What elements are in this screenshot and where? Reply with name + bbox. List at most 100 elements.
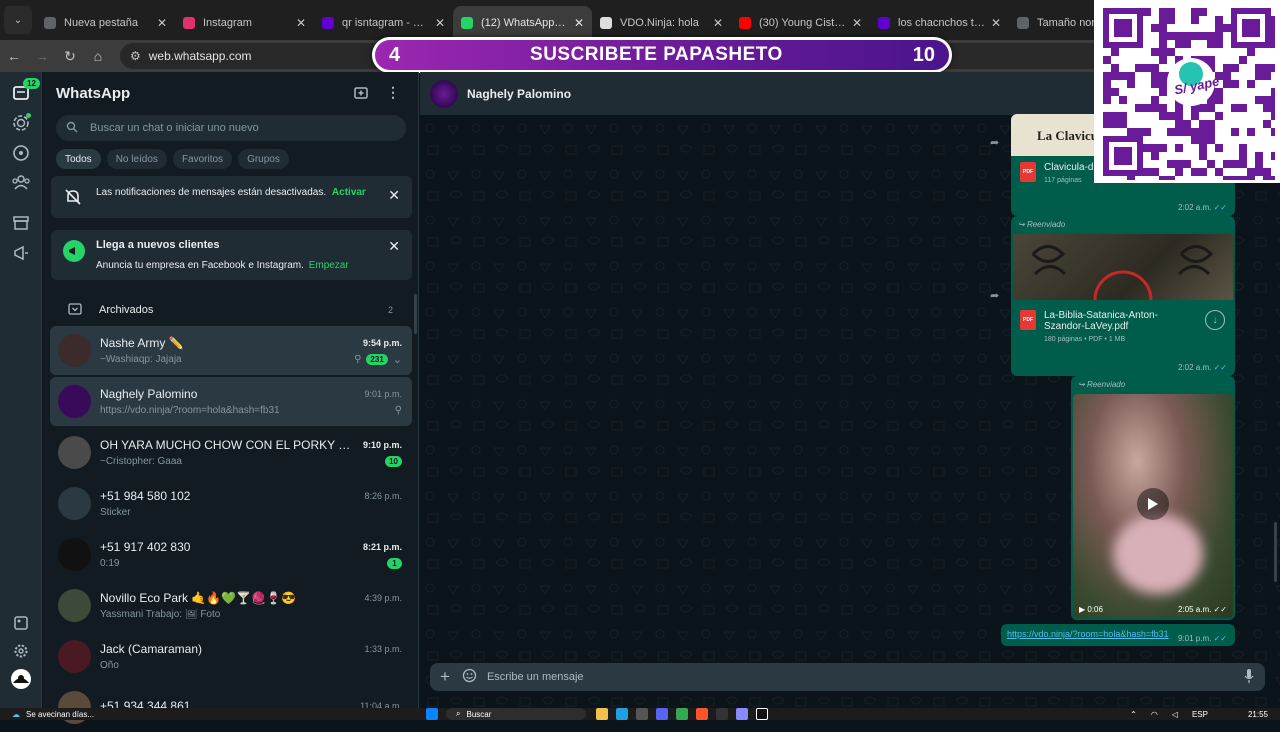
contact-avatar[interactable]: [430, 79, 458, 108]
language-indicator[interactable]: ESP: [1192, 710, 1208, 719]
tab-title: VDO.Ninja: hola: [620, 17, 699, 29]
forward-icon[interactable]: ➦: [990, 136, 999, 149]
browser-tab[interactable]: Nueva pestaña ✕: [36, 6, 175, 40]
tray-chevron-icon[interactable]: ⌃: [1130, 710, 1137, 719]
emoji-icon[interactable]: [462, 668, 477, 686]
site-info-icon[interactable]: ⚙: [130, 49, 141, 63]
document-preview-2[interactable]: [1013, 234, 1233, 300]
filter-favoritos[interactable]: Favoritos: [172, 149, 233, 169]
browser-tab[interactable]: (30) Young Cister - Q ✕: [731, 6, 870, 40]
browser-tab[interactable]: qr isntagram - Yahoo Sea ✕: [314, 6, 453, 40]
new-chat-icon[interactable]: [353, 85, 369, 104]
chat-row[interactable]: Jack (Camaraman) 1:33 p.m. Oño: [50, 632, 412, 681]
media-icon[interactable]: [11, 613, 31, 633]
contact-name[interactable]: Naghely Palomino: [467, 87, 571, 101]
volume-icon[interactable]: ◁: [1172, 710, 1178, 719]
app-icon[interactable]: [736, 708, 748, 720]
close-tab-icon[interactable]: ✕: [296, 16, 306, 30]
chat-last-message: ~Washiaqp: Jajaja: [100, 354, 182, 365]
news-text[interactable]: Se avecinan días...: [26, 710, 406, 719]
chat-last-message: Oño: [100, 660, 119, 671]
activate-link[interactable]: Activar: [332, 187, 366, 198]
video-message: ↪ Reenviado ▶ 0:06 2:05 a.m. ✓✓: [1071, 376, 1235, 620]
chat-avatar: [58, 589, 91, 622]
close-tab-icon[interactable]: ✕: [574, 16, 584, 30]
chat-row[interactable]: +51 984 580 102 8:26 p.m. Sticker: [50, 479, 412, 528]
back-icon[interactable]: ←: [0, 48, 28, 64]
advertise-icon[interactable]: [11, 243, 31, 263]
close-tab-icon[interactable]: ✕: [852, 16, 862, 30]
brave-icon[interactable]: [696, 708, 708, 720]
browser-tab[interactable]: (12) WhatsApp Business ✕: [453, 6, 592, 40]
chat-avatar: [58, 538, 91, 571]
microphone-icon[interactable]: [1243, 668, 1255, 687]
chevron-down-icon[interactable]: ⌄: [393, 353, 402, 366]
compose-bar: + Escribe un mensaje: [430, 663, 1265, 691]
store-icon[interactable]: [636, 708, 648, 720]
discord-icon[interactable]: [656, 708, 668, 720]
chat-time: 9:10 p.m.: [362, 440, 402, 450]
close-tab-icon[interactable]: ✕: [713, 16, 723, 30]
close-notif-icon[interactable]: ✕: [388, 187, 400, 204]
filter-chips: Todos No leídos Favoritos Grupos: [56, 149, 289, 169]
filter-no-leidos[interactable]: No leídos: [106, 149, 167, 169]
filter-grupos[interactable]: Grupos: [238, 149, 289, 169]
attach-plus-icon[interactable]: +: [440, 667, 450, 687]
archived-row[interactable]: Archivados 2: [43, 292, 419, 328]
tab-search-button[interactable]: ⌄: [4, 6, 32, 34]
reload-icon[interactable]: ↻: [56, 48, 84, 65]
chrome-icon[interactable]: [676, 708, 688, 720]
close-tab-icon[interactable]: ✕: [157, 16, 167, 30]
browser-tab[interactable]: VDO.Ninja: hola ✕: [592, 6, 731, 40]
play-button[interactable]: [1137, 488, 1169, 520]
conversation-scrollbar[interactable]: [1274, 522, 1277, 582]
chat-row[interactable]: Novillo Eco Park 🤙🔥💚🍸🧶🍷😎 4:39 p.m. Yassman…: [50, 581, 412, 630]
vdo-ninja-link[interactable]: https://vdo.ninja/?room=hola&hash=fb31: [1007, 629, 1169, 639]
communities-icon[interactable]: [11, 172, 31, 192]
close-tab-icon[interactable]: ✕: [991, 16, 1001, 30]
windows-start-icon[interactable]: [426, 708, 438, 720]
channels-icon[interactable]: [11, 143, 31, 163]
forwarded-label: ↪ Reenviado: [1078, 380, 1126, 389]
chrome-icon: [1017, 17, 1029, 29]
message-input[interactable]: Escribe un mensaje: [487, 671, 1243, 683]
forward-icon[interactable]: ➦: [990, 289, 999, 302]
download-icon[interactable]: ↓: [1205, 310, 1225, 330]
status-icon[interactable]: [11, 113, 31, 133]
chat-row[interactable]: +51 917 402 830 8:21 p.m. 0:19 1: [50, 530, 412, 579]
clock[interactable]: 21:55: [1248, 710, 1268, 719]
forward-icon[interactable]: →: [28, 48, 56, 64]
settings-icon[interactable]: [11, 641, 31, 661]
menu-icon[interactable]: ⋮: [386, 85, 400, 99]
edge-icon[interactable]: [616, 708, 628, 720]
browser-tab[interactable]: Instagram ✕: [175, 6, 314, 40]
close-promo-icon[interactable]: ✕: [388, 238, 400, 255]
chats-unread-badge: 12: [23, 78, 40, 89]
document-info-2[interactable]: PDF La-Biblia-Satanica-Anton-Szandor-LaV…: [1020, 310, 1225, 343]
catalog-icon[interactable]: [11, 213, 31, 233]
profile-avatar[interactable]: [11, 669, 31, 689]
link-message: https://vdo.ninja/?room=hola&hash=fb31 9…: [1001, 624, 1235, 646]
search-input[interactable]: Buscar un chat o iniciar uno nuevo: [56, 115, 406, 141]
home-icon[interactable]: ⌂: [84, 48, 112, 64]
taskbar-search[interactable]: ⌕ Buscar: [446, 708, 586, 720]
filter-todos[interactable]: Todos: [56, 149, 101, 169]
chat-list-scrollbar[interactable]: [414, 294, 417, 334]
browser-tab[interactable]: los chacnchos tienen pen ✕: [870, 6, 1009, 40]
capcut-icon[interactable]: [756, 708, 768, 720]
close-tab-icon[interactable]: ✕: [435, 16, 445, 30]
start-link[interactable]: Empezar: [309, 260, 349, 271]
tab-title: (12) WhatsApp Business: [481, 17, 568, 29]
chat-last-message: ~Cristopher: Gaaa: [100, 456, 182, 467]
chat-row[interactable]: Naghely Palomino 9:01 p.m. https://vdo.nin…: [50, 377, 412, 426]
browser-tab-bar: ⌄ Nueva pestaña ✕ Instagram ✕ qr isntagram -…: [0, 0, 1280, 40]
weather-icon[interactable]: ☁: [12, 710, 20, 719]
chat-time: 4:39 p.m.: [364, 593, 402, 603]
chat-row[interactable]: OH YARA MUCHO CHOW CON EL PORKY CHOW. EX…: [50, 428, 412, 477]
overlay-text: SUSCRIBETE PAPASHETO: [530, 44, 783, 65]
chat-row[interactable]: Nashe Army ✏️ 9:54 p.m. ~Washiaqp: Jajaja ⚲…: [50, 326, 412, 375]
obs-icon[interactable]: [716, 708, 728, 720]
video-thumbnail[interactable]: ▶ 0:06 2:05 a.m. ✓✓: [1073, 394, 1233, 618]
wifi-icon[interactable]: ◠: [1151, 710, 1158, 719]
file-explorer-icon[interactable]: [596, 708, 608, 720]
